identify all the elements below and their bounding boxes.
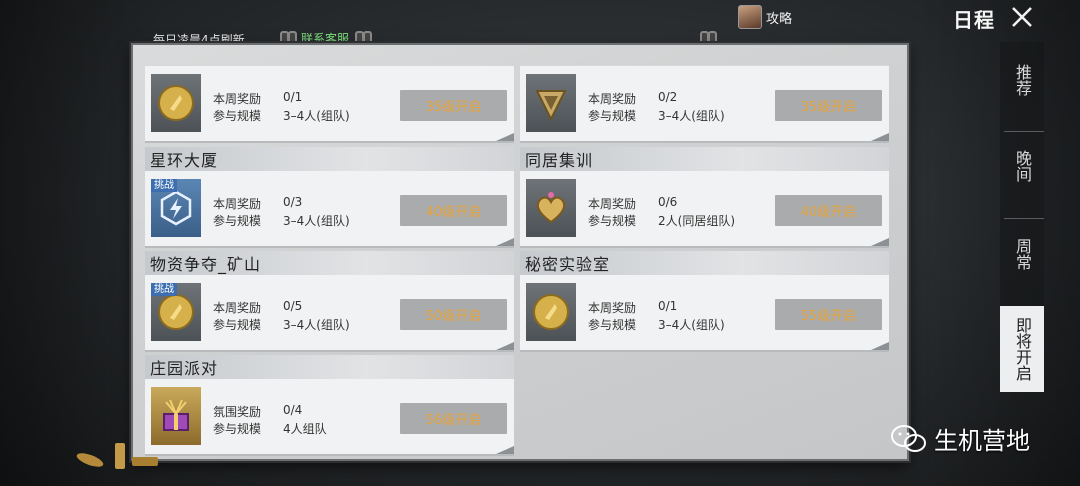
reward-value: 0/5 xyxy=(283,299,303,313)
divider xyxy=(1004,218,1044,219)
gold-coin-icon xyxy=(526,283,576,341)
watermark-text: 生机营地 xyxy=(934,427,1030,455)
heart-icon xyxy=(526,179,576,237)
tab-coming-soon[interactable]: 即将开启 xyxy=(1000,306,1044,392)
scale-value: 3–4人(组队) xyxy=(658,318,725,332)
scale-label: 参与规模 xyxy=(588,318,637,332)
card-title: 同居集训 xyxy=(525,151,594,170)
tab-label: 推荐 xyxy=(1013,64,1032,96)
card-header: 庄园派对 xyxy=(145,355,514,379)
guide-button[interactable]: 攻略 xyxy=(738,5,792,29)
tab-weekly[interactable]: 周常 xyxy=(1000,238,1044,298)
tab-label: 周常 xyxy=(1013,238,1032,270)
unlock-level-button[interactable]: 35级开启 xyxy=(400,90,507,121)
reward-value: 0/1 xyxy=(283,90,303,104)
card-title: 庄园派对 xyxy=(150,359,219,378)
tab-recommended[interactable]: 推荐 xyxy=(1000,64,1044,124)
lightning-shield-icon: 挑战 xyxy=(151,179,201,237)
reward-value: 0/2 xyxy=(658,90,678,104)
reward-label: 氛围奖励 xyxy=(213,405,262,419)
page-title: 日程 xyxy=(953,8,995,32)
challenge-tag: 挑战 xyxy=(151,283,177,296)
card-header: 物资争夺_矿山 xyxy=(145,251,514,275)
unlock-level-button[interactable]: 35级开启 xyxy=(775,90,882,121)
reward-label: 本周奖励 xyxy=(213,197,262,211)
card-header: 秘密实验室 xyxy=(520,251,889,275)
activity-card[interactable]: 庄园派对 氛围奖励 0/4 参与规模 4人组队 56级开启 xyxy=(145,355,514,456)
reward-label: 本周奖励 xyxy=(588,301,637,315)
card-title: 物资争夺_矿山 xyxy=(150,255,262,274)
wechat-icon xyxy=(891,424,926,452)
reward-label: 本周奖励 xyxy=(213,301,262,315)
unlock-level-button[interactable]: 50级开启 xyxy=(400,299,507,330)
activity-card[interactable]: 物资争夺_矿山 挑战 本周奖励 0/5 参与规模 3–4人(组队) 50级开启 xyxy=(145,251,514,352)
scale-value: 3–4人(组队) xyxy=(283,109,350,123)
gold-coin-icon: 挑战 xyxy=(151,283,201,341)
emblem-icon xyxy=(526,74,576,132)
scale-value: 3–4人(组队) xyxy=(283,318,350,332)
scale-label: 参与规模 xyxy=(213,318,262,332)
scale-value: 3–4人(组队) xyxy=(658,109,725,123)
reward-label: 本周奖励 xyxy=(588,197,637,211)
activity-card[interactable]: 本周奖励 0/2 参与规模 3–4人(组队) 35级开启 xyxy=(520,65,889,143)
card-header: 同居集训 xyxy=(520,147,889,171)
scale-value: 2人(同居组队) xyxy=(658,214,735,228)
card-header: 星环大厦 xyxy=(145,147,514,171)
challenge-tag: 挑战 xyxy=(151,179,177,192)
activity-board: 本周奖励 0/1 参与规模 3–4人(组队) 35级开启 本周奖励 0/2 参与… xyxy=(131,43,909,461)
activity-card[interactable]: 同居集训 本周奖励 0/6 参与规模 2人(同居组队) 40级开启 xyxy=(520,147,889,248)
reward-value: 0/6 xyxy=(658,195,678,209)
scale-label: 参与规模 xyxy=(588,214,637,228)
divider xyxy=(1004,131,1044,132)
reward-value: 0/3 xyxy=(283,195,303,209)
reward-value: 0/1 xyxy=(658,299,678,313)
card-title: 秘密实验室 xyxy=(525,255,611,274)
activity-card[interactable]: 星环大厦 挑战 本周奖励 0/3 参与规模 3–4人(组队) 40级开启 xyxy=(145,147,514,248)
gold-coin-icon xyxy=(151,74,201,132)
card-title: 星环大厦 xyxy=(150,151,219,170)
scale-value: 3–4人(组队) xyxy=(283,214,350,228)
unlock-level-button[interactable]: 55级开启 xyxy=(775,299,882,330)
scale-label: 参与规模 xyxy=(213,109,262,123)
reward-label: 本周奖励 xyxy=(213,92,262,106)
watermark: 生机营地 xyxy=(890,421,1030,456)
close-icon xyxy=(1012,7,1032,27)
close-button[interactable] xyxy=(1008,3,1036,31)
tab-label: 晚间 xyxy=(1013,150,1032,182)
scale-value: 4人组队 xyxy=(283,422,327,436)
unlock-level-button[interactable]: 40级开启 xyxy=(400,195,507,226)
scale-label: 参与规模 xyxy=(213,422,262,436)
activity-card[interactable]: 本周奖励 0/1 参与规模 3–4人(组队) 35级开启 xyxy=(145,65,514,143)
unlock-level-button[interactable]: 56级开启 xyxy=(400,403,507,434)
tab-label: 即将开启 xyxy=(1013,317,1032,381)
side-nav: 推荐 晚间 周常 即将开启 xyxy=(1000,42,1044,392)
reward-value: 0/4 xyxy=(283,403,303,417)
reward-label: 本周奖励 xyxy=(588,92,637,106)
bullet-shells-icon xyxy=(76,443,158,469)
scale-label: 参与规模 xyxy=(213,214,262,228)
guide-label: 攻略 xyxy=(766,11,793,27)
tab-evening[interactable]: 晚间 xyxy=(1000,150,1044,210)
activity-card[interactable]: 秘密实验室 本周奖励 0/1 参与规模 3–4人(组队) 55级开启 xyxy=(520,251,889,352)
scale-label: 参与规模 xyxy=(588,109,637,123)
guide-avatar xyxy=(738,5,762,29)
unlock-level-button[interactable]: 40级开启 xyxy=(775,195,882,226)
